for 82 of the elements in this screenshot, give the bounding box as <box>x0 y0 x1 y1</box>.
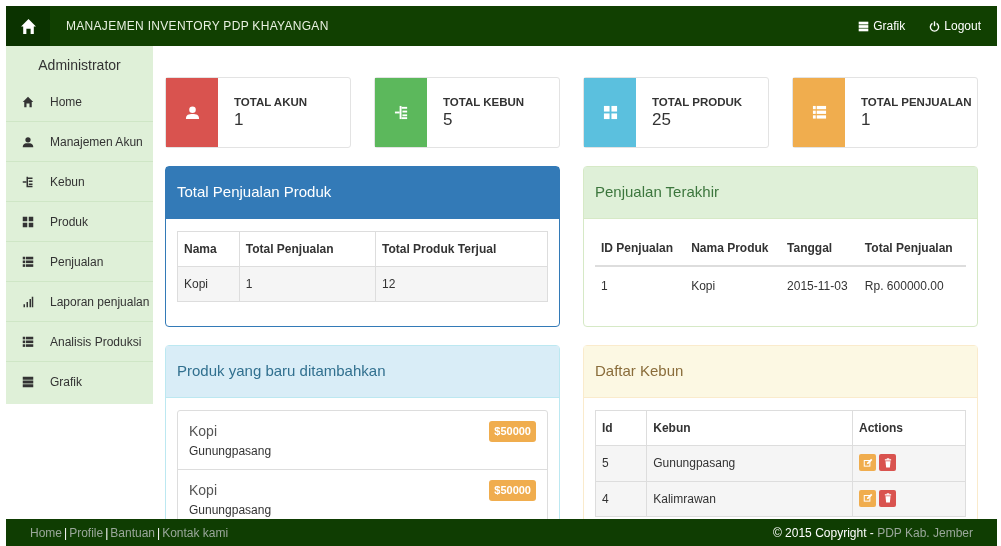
stat-value: 1 <box>861 111 872 130</box>
stat-value: 5 <box>443 111 454 130</box>
sidebar-item[interactable]: Kebun <box>6 162 153 202</box>
table-cell: Kalimrawan <box>653 491 716 506</box>
sidebar-item[interactable]: Laporan penjualan <box>6 282 153 322</box>
home-button[interactable] <box>19 17 37 35</box>
panel-title: Penjualan Terakhir <box>595 182 719 203</box>
home-icon <box>19 17 37 35</box>
stat-value: 1 <box>234 111 245 130</box>
app-title: MANAJEMEN INVENTORY PDP KHAYANGAN <box>66 18 329 35</box>
copyright-text: © 2015 Copyright - <box>772 525 874 540</box>
link-separator: | <box>105 525 109 540</box>
column-header: ID Penjualan <box>601 241 674 255</box>
sidebar-item[interactable]: Grafik <box>6 362 153 402</box>
nav-link[interactable]: Logout <box>929 17 981 35</box>
nav-link[interactable]: Grafik <box>858 17 906 35</box>
price-badge: $50000 <box>489 421 536 442</box>
link-separator: | <box>157 525 161 540</box>
list-icon <box>22 335 34 348</box>
delete-button[interactable] <box>879 454 896 471</box>
footer-link[interactable]: Bantuan <box>110 525 155 540</box>
panel-title: Total Penjualan Produk <box>177 182 332 203</box>
link-separator: | <box>64 525 68 540</box>
table-cell: 1 <box>245 277 253 291</box>
column-header: Kebun <box>653 421 691 435</box>
panel-title: Produk yang baru ditambahkan <box>177 361 386 382</box>
footer-link[interactable]: Kontak kami <box>162 525 229 540</box>
home-icon <box>22 95 34 108</box>
table-cell: 4 <box>602 491 609 506</box>
table-cell: Kopi <box>691 279 716 293</box>
sidebar-item[interactable]: Produk <box>6 202 153 242</box>
trash-icon <box>882 493 893 503</box>
footer-link[interactable]: Profile <box>69 525 104 540</box>
panel-title: Daftar Kebun <box>595 361 684 382</box>
stat-value: 25 <box>652 111 672 130</box>
list-icon <box>22 255 34 268</box>
price-badge: $50000 <box>489 480 536 501</box>
sidebar-item[interactable]: Analisis Produksi <box>6 322 153 362</box>
stat-label: TOTAL KEBUN <box>443 95 525 110</box>
column-header: Actions <box>859 421 903 435</box>
sidebar-title: Administrator <box>38 57 121 73</box>
grid-icon <box>22 215 34 228</box>
grid-icon <box>602 105 618 120</box>
column-header: Nama <box>184 242 217 256</box>
stat-label: TOTAL AKUN <box>234 95 308 110</box>
column-header: Nama Produk <box>691 241 769 255</box>
table-cell: 1 <box>601 279 608 293</box>
power-icon <box>929 20 941 32</box>
table-cell: 2015-11-03 <box>787 279 848 293</box>
stacked-bars-icon <box>858 20 870 32</box>
delete-button[interactable] <box>879 489 896 507</box>
sidebar-item[interactable]: Manajemen Akun <box>6 122 153 162</box>
user-icon <box>184 105 200 120</box>
indent-icon <box>22 175 34 188</box>
column-header: Tanggal <box>787 241 833 255</box>
indent-icon <box>393 105 409 120</box>
signal-bars-icon <box>22 295 34 308</box>
stacked-bars-icon <box>22 376 34 388</box>
column-header: Total Penjualan <box>864 241 953 255</box>
stat-label: TOTAL PRODUK <box>652 95 743 110</box>
list-icon <box>811 105 827 120</box>
column-header: Total Produk Terjual <box>382 242 497 256</box>
sidebar-item[interactable]: Penjualan <box>6 242 153 282</box>
product-location: Gunungpasang <box>189 443 272 460</box>
product-location: Gunungpasang <box>189 502 272 519</box>
column-header: Total Penjualan <box>245 242 334 256</box>
table-cell: Gunungpasang <box>653 456 736 471</box>
column-header: Id <box>602 421 613 435</box>
trash-icon <box>882 457 893 468</box>
table-cell: Rp. 600000.00 <box>864 279 944 293</box>
product-name: Kopi <box>189 481 219 500</box>
footer-link[interactable]: Home <box>30 525 62 540</box>
sidebar-item[interactable]: Home <box>6 82 153 122</box>
table-cell: Kopi <box>184 277 209 291</box>
table-cell: 12 <box>382 277 396 291</box>
edit-icon <box>862 493 873 503</box>
footer-link[interactable]: PDP Kab. Jember <box>877 525 973 540</box>
product-name: Kopi <box>189 422 219 441</box>
stat-label: TOTAL PENJUALAN <box>861 95 972 110</box>
edit-icon <box>862 457 873 468</box>
user-icon <box>22 135 34 148</box>
table-cell: 5 <box>602 456 609 471</box>
